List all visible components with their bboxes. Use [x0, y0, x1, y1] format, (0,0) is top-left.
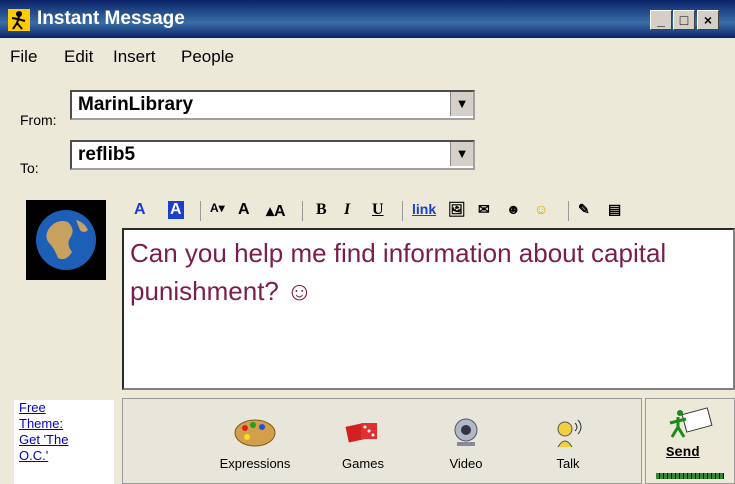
to-dropdown-button[interactable]: ▼: [450, 142, 473, 166]
ad-line-2[interactable]: Theme:: [19, 416, 114, 432]
message-input[interactable]: Can you help me find information about c…: [122, 228, 735, 390]
envelope-icon[interactable]: ✉: [478, 201, 490, 218]
ad-line-4[interactable]: O.C.': [19, 448, 114, 464]
expressions-button[interactable]: Expressions: [213, 417, 297, 471]
ad-line-1[interactable]: Free: [19, 400, 114, 416]
increase-font-button[interactable]: ▴A: [266, 201, 286, 221]
decrease-font-button[interactable]: A▾: [210, 201, 225, 215]
add-buddy-icon[interactable]: ✎: [578, 201, 590, 218]
link-button[interactable]: link: [412, 201, 436, 217]
from-label: From:: [20, 112, 57, 128]
italic-button[interactable]: I: [344, 201, 350, 219]
ad-panel[interactable]: Free Theme: Get 'The O.C.': [14, 400, 114, 484]
close-button[interactable]: ×: [697, 10, 719, 30]
window-title: Instant Message: [37, 8, 185, 29]
video-button[interactable]: Video: [441, 417, 491, 471]
to-value: reflib5: [78, 144, 136, 165]
send-button[interactable]: Send: [645, 398, 735, 484]
title-bar[interactable]: Instant Message _ □ ×: [0, 0, 735, 38]
dice-icon: [345, 423, 377, 443]
menu-people[interactable]: People: [181, 47, 234, 67]
talk-label: Talk: [556, 456, 580, 471]
from-dropdown-button[interactable]: ▼: [450, 92, 473, 116]
normal-font-button[interactable]: A: [238, 201, 250, 219]
talk-button[interactable]: Talk: [543, 417, 593, 471]
globe-icon: [36, 210, 96, 270]
send-envelope-icon: [669, 407, 713, 438]
text-color-button[interactable]: A: [134, 201, 146, 219]
from-value: MarinLibrary: [78, 94, 194, 115]
headset-icon: [557, 419, 582, 448]
palette-icon: [234, 419, 276, 447]
menu-bar: File Edit Insert People: [0, 40, 735, 72]
background-color-button[interactable]: A: [168, 201, 184, 219]
avatar[interactable]: [26, 200, 106, 280]
face-icon[interactable]: ☻: [506, 201, 521, 217]
smiley-icon[interactable]: ☺: [534, 201, 548, 217]
to-label: To:: [20, 160, 39, 176]
message-text: Can you help me find information about c…: [130, 238, 667, 306]
ad-line-3[interactable]: Get 'The: [19, 432, 114, 448]
menu-insert[interactable]: Insert: [113, 47, 156, 67]
to-combobox[interactable]: reflib5 ▼: [70, 140, 475, 170]
im-window: Instant Message _ □ × File Edit Insert P…: [0, 0, 735, 484]
video-label: Video: [449, 456, 483, 471]
warning-level-meter: [656, 473, 724, 479]
bold-button[interactable]: B: [316, 201, 327, 219]
running-man-icon: [8, 9, 30, 31]
underline-button[interactable]: U: [372, 201, 384, 219]
webcam-icon: [454, 418, 478, 446]
minimize-button[interactable]: _: [650, 10, 672, 30]
format-toolbar: A A A▾ A ▴A B I U link 🖼 ✉ ☻ ☺ ✎ ▤: [122, 196, 735, 226]
games-label: Games: [342, 456, 384, 471]
menu-file[interactable]: File: [10, 47, 37, 67]
games-button[interactable]: Games: [333, 417, 393, 471]
maximize-button[interactable]: □: [673, 10, 695, 30]
profile-card-icon[interactable]: ▤: [608, 201, 621, 218]
menu-edit[interactable]: Edit: [64, 47, 93, 67]
action-bar: Expressions Games Video Talk: [122, 398, 642, 484]
expressions-label: Expressions: [219, 456, 291, 471]
from-combobox[interactable]: MarinLibrary ▼: [70, 90, 475, 120]
send-label: Send: [666, 445, 700, 461]
insert-picture-icon[interactable]: 🖼: [448, 201, 466, 218]
